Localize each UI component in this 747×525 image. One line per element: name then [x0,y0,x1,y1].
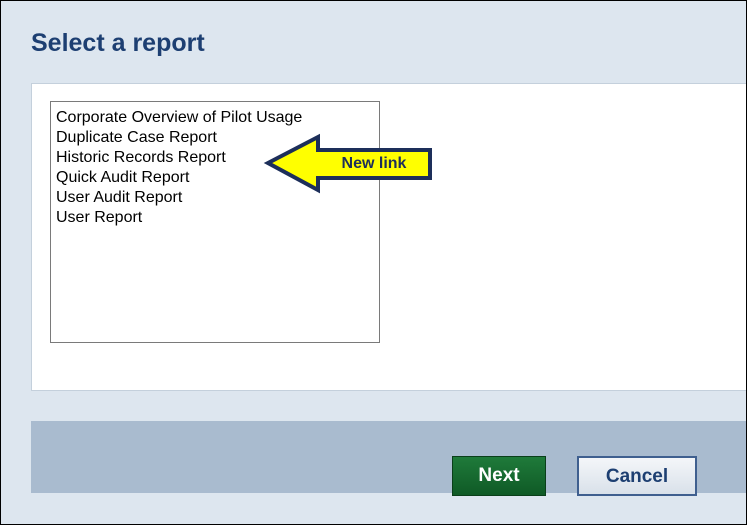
cancel-button[interactable]: Cancel [577,456,697,496]
report-option[interactable]: User Audit Report [51,188,379,208]
dialog-title: Select a report [31,29,205,57]
report-option[interactable]: Historic Records Report [51,148,379,168]
report-dialog: Select a report Corporate Overview of Pi… [0,0,747,525]
report-listbox[interactable]: Corporate Overview of Pilot Usage Duplic… [50,101,380,343]
report-option[interactable]: User Report [51,208,379,228]
next-button[interactable]: Next [452,456,546,496]
report-option[interactable]: Duplicate Case Report [51,128,379,148]
report-option[interactable]: Quick Audit Report [51,168,379,188]
report-option[interactable]: Corporate Overview of Pilot Usage [51,108,379,128]
